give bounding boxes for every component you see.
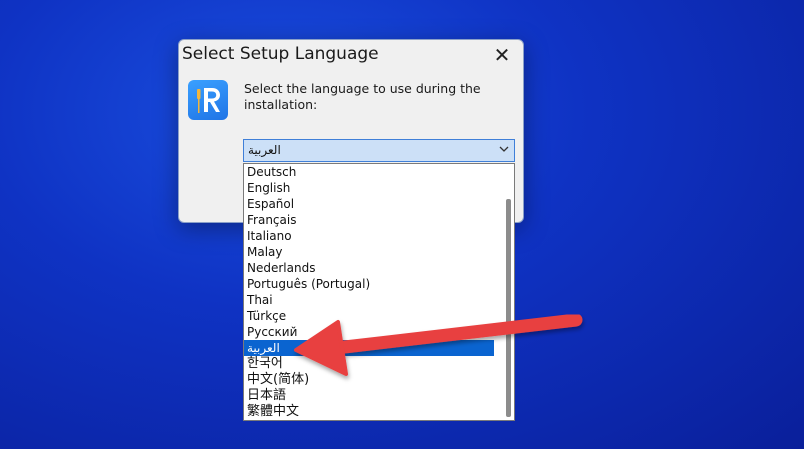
list-item[interactable]: Nederlands	[244, 260, 494, 276]
list-item[interactable]: Português (Portugal)	[244, 276, 494, 292]
list-item[interactable]: 日本語	[244, 388, 494, 404]
language-dropdown-list: Deutsch English Español Français Italiano Mal…	[243, 163, 515, 421]
list-item[interactable]: Türkçe	[244, 308, 494, 324]
dialog-title: Select Setup Language	[182, 44, 379, 64]
list-item[interactable]: Malay	[244, 244, 494, 260]
prompt-text: Select the language to use during the in…	[244, 81, 481, 112]
list-item[interactable]: Français	[244, 212, 494, 228]
list-item-selected[interactable]: العربية	[244, 340, 494, 356]
language-select[interactable]: العربية	[243, 139, 515, 162]
list-item[interactable]: 繁體中文	[244, 404, 494, 420]
list-item[interactable]: Italiano	[244, 228, 494, 244]
list-item[interactable]: Thai	[244, 292, 494, 308]
language-select-value: العربية	[248, 143, 281, 157]
scrollbar-thumb[interactable]	[506, 199, 511, 417]
language-options: Deutsch English Español Français Italiano Mal…	[244, 164, 494, 420]
list-item[interactable]: Deutsch	[244, 164, 494, 180]
list-item[interactable]: Русский	[244, 324, 494, 340]
app-logo-icon	[188, 80, 228, 120]
close-button[interactable]: ✕	[489, 42, 515, 68]
chevron-down-icon[interactable]	[498, 142, 510, 159]
list-item[interactable]: 中文(简体)	[244, 372, 494, 388]
list-item[interactable]: Español	[244, 196, 494, 212]
list-item[interactable]: English	[244, 180, 494, 196]
list-item[interactable]: 한국어	[244, 356, 494, 372]
